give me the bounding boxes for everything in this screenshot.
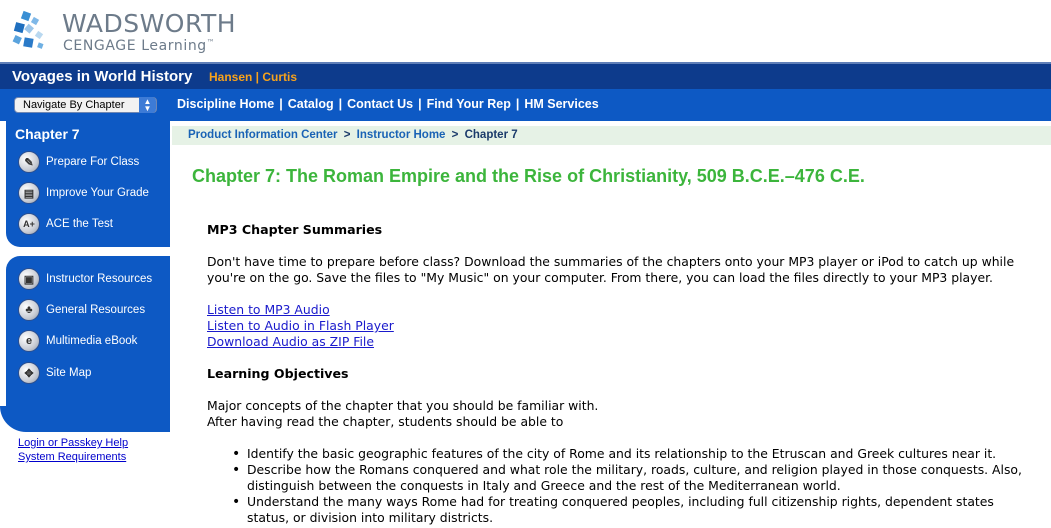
nav-link-catalog[interactable]: Catalog — [288, 97, 334, 111]
sidebar-item-prepare-for-class[interactable]: ✎ Prepare For Class — [18, 150, 139, 174]
mp3-heading: MP3 Chapter Summaries — [207, 222, 383, 237]
site-authors: Hansen | Curtis — [209, 70, 298, 84]
login-passkey-help-link[interactable]: Login or Passkey Help — [18, 437, 128, 449]
nav-separator: | — [338, 97, 343, 111]
sidebar-item-multimedia-ebook[interactable]: e Multimedia eBook — [18, 329, 137, 353]
sidebar-item-improve-your-grade[interactable]: ▤ Improve Your Grade — [18, 181, 149, 205]
book-icon: ▤ — [18, 182, 40, 204]
sidebar-item-ace-the-test[interactable]: A+ ACE the Test — [18, 212, 113, 236]
nav-separator: | — [279, 97, 283, 111]
sidebar-item-label: ACE the Test — [46, 218, 113, 230]
aplus-icon: A+ — [18, 213, 40, 235]
breadcrumb: Product Information Center > Instructor … — [172, 126, 1051, 145]
sidebar-item-general-resources[interactable]: ♣ General Resources — [18, 298, 145, 322]
navigate-by-chapter-select[interactable]: Navigate By Chapter ▲ ▼ — [14, 97, 157, 113]
breadcrumb-separator: > — [451, 129, 459, 141]
sidebar-item-label: Improve Your Grade — [46, 187, 149, 199]
breadcrumb-current: Chapter 7 — [464, 129, 518, 141]
objectives-intro: After having read the chapter, students … — [207, 414, 564, 429]
sidebar-item-label: Prepare For Class — [46, 156, 140, 168]
breadcrumb-separator: > — [343, 129, 351, 141]
ebook-icon: e — [18, 330, 40, 352]
nav-link-find-your-rep[interactable]: Find Your Rep — [427, 97, 511, 111]
top-nav-links: Discipline Home | Catalog | Contact Us | Find … — [177, 97, 599, 111]
list-item: Understand the many ways Rome had for tr… — [207, 494, 1051, 526]
nav-separator: | — [515, 97, 520, 111]
learning-objectives-heading: Learning Objectives — [207, 366, 349, 381]
nav-link-discipline-home[interactable]: Discipline Home — [177, 97, 274, 111]
sidebar-item-label: Multimedia eBook — [46, 335, 138, 347]
page-title: Chapter 7: The Roman Empire and the Rise… — [192, 166, 865, 186]
download-zip-link[interactable]: Download Audio as ZIP File — [207, 334, 1051, 350]
sidebar-student-panel: Chapter 7 ✎ Prepare For Class ▤ Improve … — [6, 121, 170, 247]
nav-link-contact-us[interactable]: Contact Us — [347, 97, 413, 111]
system-requirements-link[interactable]: System Requirements — [18, 451, 126, 463]
sidebar-item-label: Site Map — [46, 367, 92, 379]
breadcrumb-instructor-home[interactable]: Instructor Home — [357, 129, 446, 141]
logo-mark-icon — [12, 10, 44, 49]
site-title[interactable]: Voyages in World History — [12, 68, 192, 85]
sitemap-icon: ✥ — [18, 362, 40, 384]
lock-icon: ▣ — [18, 268, 40, 290]
shapes-icon: ♣ — [18, 299, 40, 321]
breadcrumb-product-information-center[interactable]: Product Information Center — [188, 129, 338, 141]
sidebar-item-label: General Resources — [46, 304, 146, 316]
navigation-bar: Navigate By Chapter ▲ ▼ Discipline Home | C… — [0, 89, 1051, 121]
listen-flash-link[interactable]: Listen to Audio in Flash Player — [207, 318, 1051, 334]
sidebar-bottom-curve — [0, 406, 170, 432]
sidebar-item-site-map[interactable]: ✥ Site Map — [18, 361, 91, 385]
title-bar: Voyages in World History Hansen | Curtis — [0, 62, 1051, 89]
sidebar-chapter-heading: Chapter 7 — [15, 126, 80, 142]
main-content: MP3 Chapter Summaries Don't have time to… — [207, 222, 1051, 526]
nav-link-hm-services[interactable]: HM Services — [524, 97, 598, 111]
select-value: Navigate By Chapter — [23, 99, 125, 111]
select-arrows-icon: ▲ ▼ — [139, 97, 156, 113]
nav-separator: | — [418, 97, 422, 111]
pencil-icon: ✎ — [18, 151, 40, 173]
list-item: Identify the basic geographic features o… — [207, 446, 1051, 462]
mp3-description-line: you're on the go. Save the files to "My … — [207, 270, 993, 285]
brand-subtitle: CENGAGE Learning™ — [63, 38, 216, 54]
listen-mp3-link[interactable]: Listen to MP3 Audio — [207, 302, 1051, 318]
list-item: Describe how the Romans conquered and wh… — [207, 462, 1051, 494]
objectives-list: Identify the basic geographic features o… — [207, 446, 1051, 526]
wadsworth-logo[interactable]: WADSWORTH CENGAGE Learning™ — [12, 8, 236, 54]
sidebar-resources-panel: ▣ Instructor Resources ♣ General Resourc… — [6, 256, 170, 406]
sidebar: Chapter 7 ✎ Prepare For Class ▤ Improve … — [0, 121, 170, 432]
mp3-description-line: Don't have time to prepare before class?… — [207, 254, 1015, 269]
sidebar-item-instructor-resources[interactable]: ▣ Instructor Resources — [18, 267, 152, 291]
sidebar-item-label: Instructor Resources — [46, 273, 153, 285]
objectives-intro: Major concepts of the chapter that you s… — [207, 398, 599, 413]
brand-name: WADSWORTH — [62, 9, 237, 38]
